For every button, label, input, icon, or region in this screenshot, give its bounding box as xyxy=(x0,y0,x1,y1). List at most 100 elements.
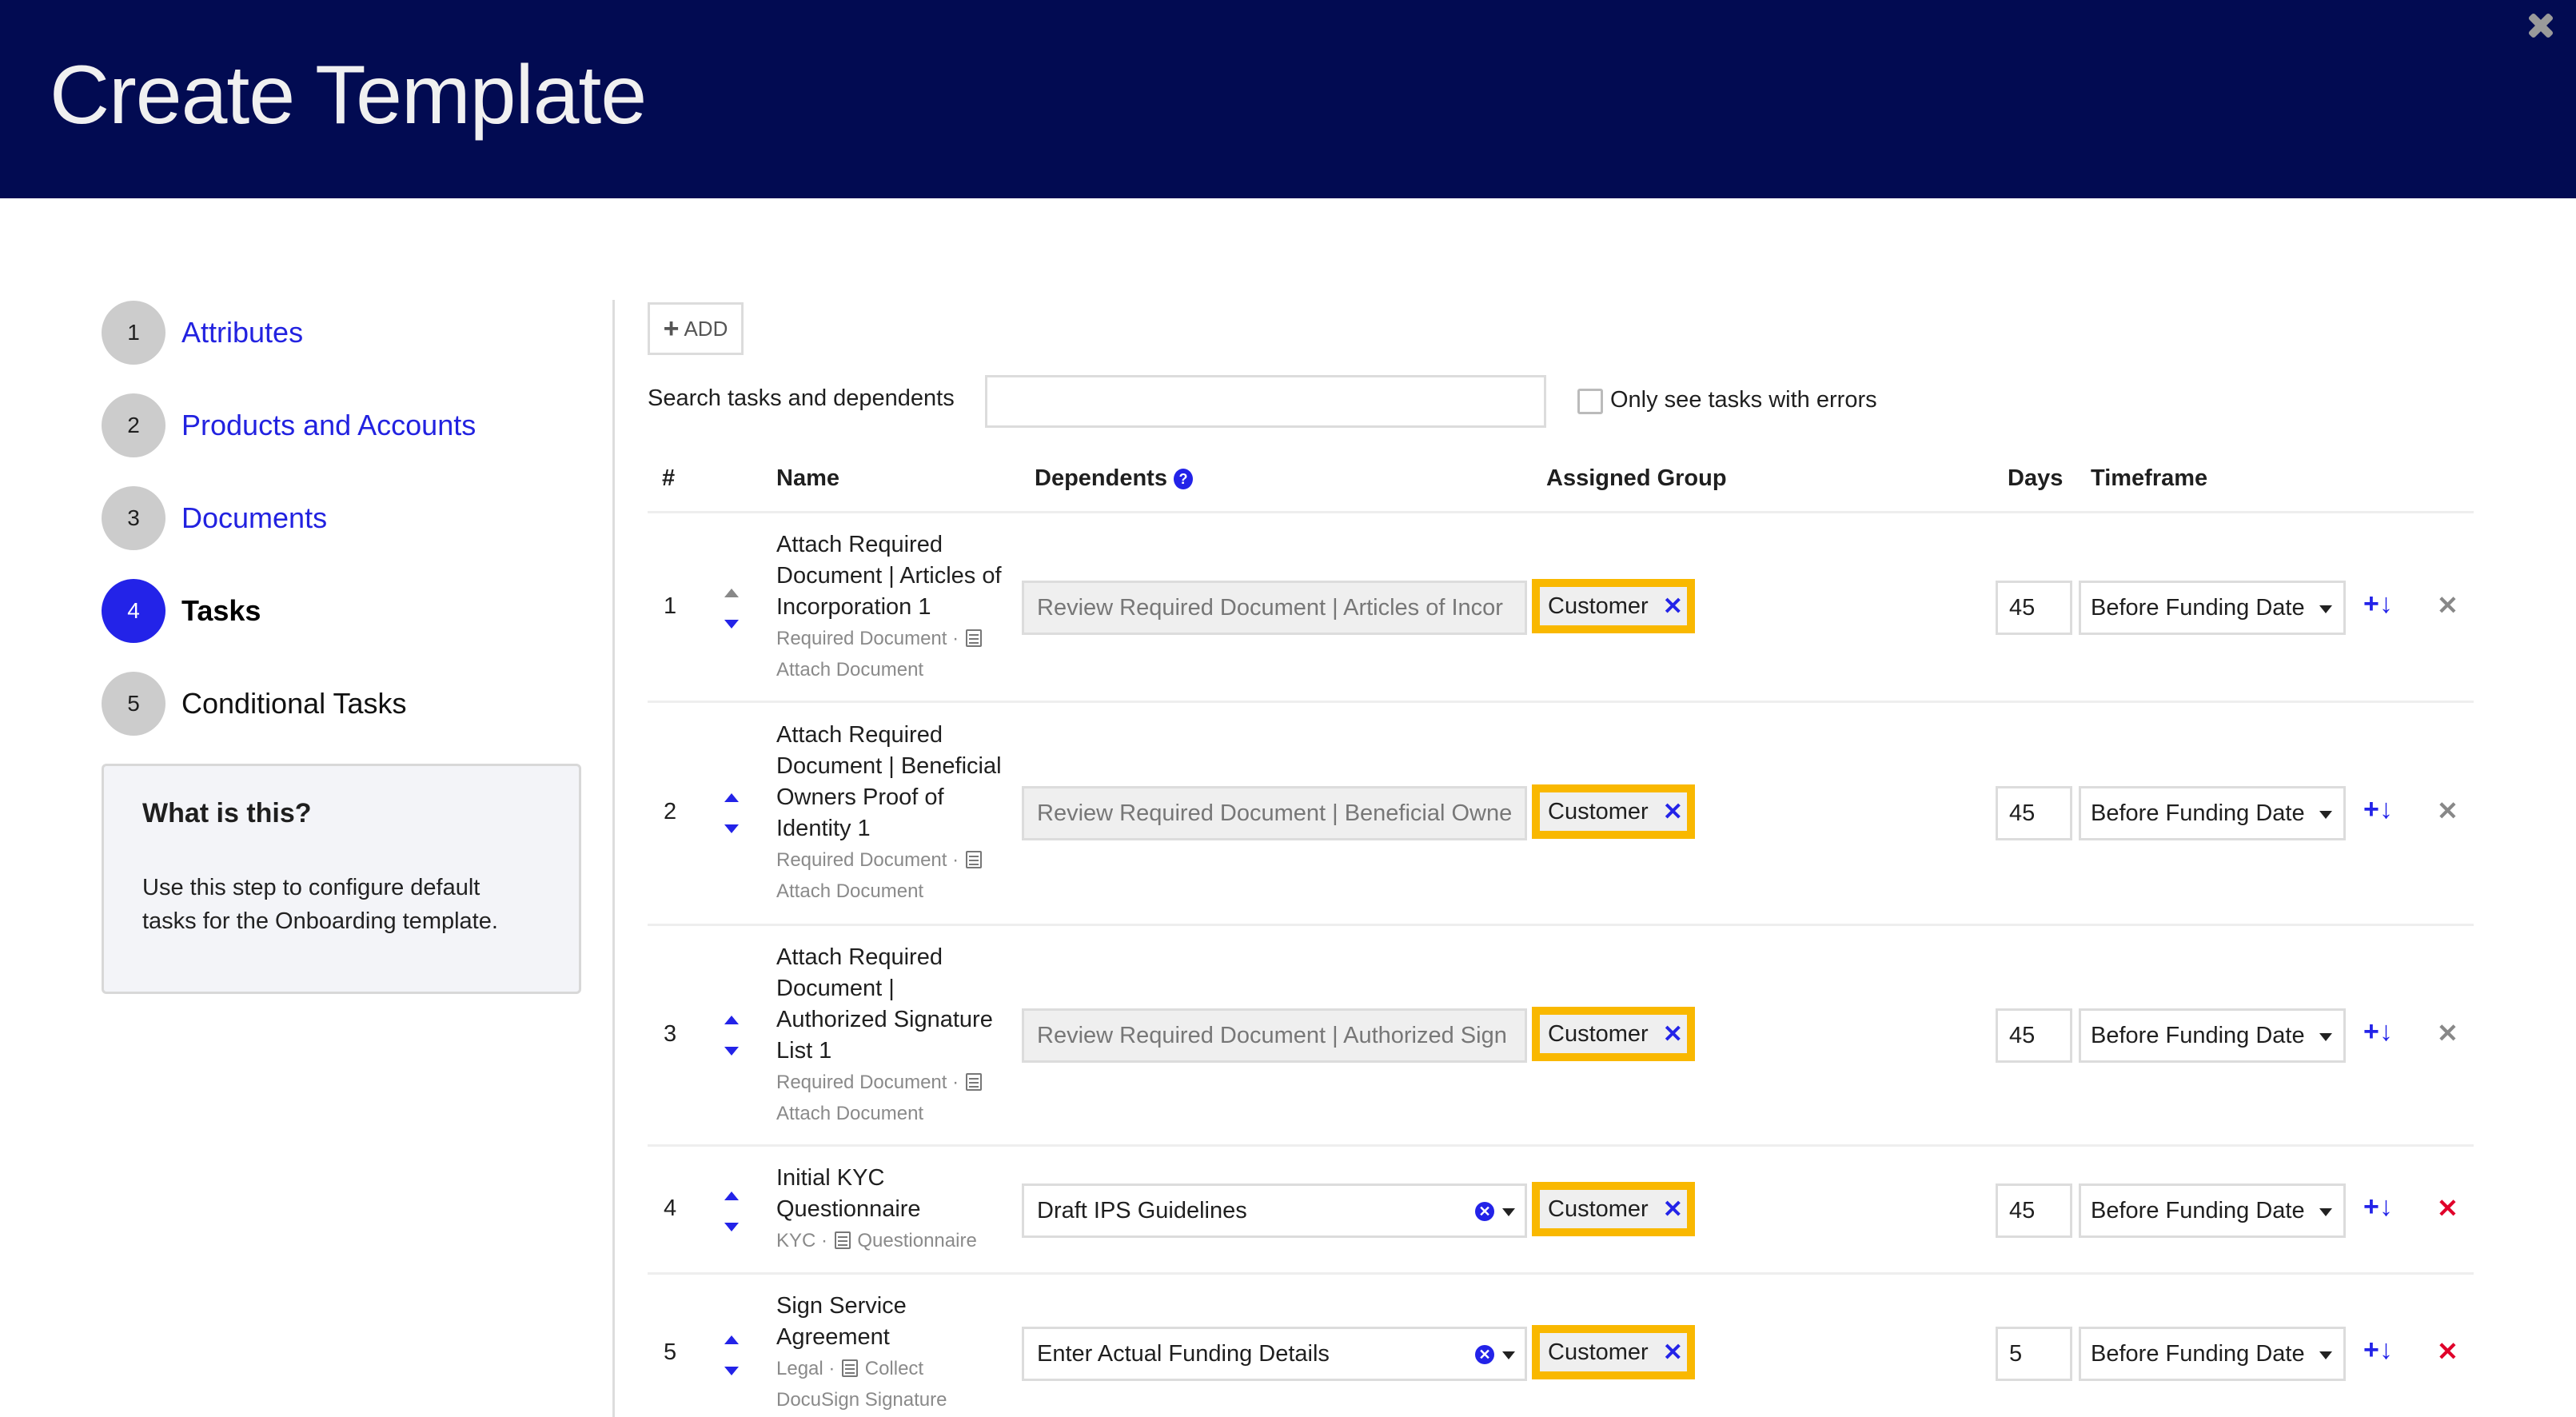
add-task-below-icon[interactable]: +↓ xyxy=(2363,589,2393,620)
delete-task-icon[interactable]: ✕ xyxy=(2437,1193,2458,1223)
task-number: 5 xyxy=(664,1339,677,1365)
delete-task-icon[interactable]: ✕ xyxy=(2437,1018,2458,1048)
add-task-below-icon[interactable]: +↓ xyxy=(2363,1191,2393,1223)
info-box: What is this? Use this step to configure… xyxy=(102,764,581,994)
task-meta: Required Document · Attach Document xyxy=(776,1067,1008,1129)
assigned-group-tag: Customer ✕ xyxy=(1532,579,1695,633)
task-category: Required Document xyxy=(776,849,947,871)
move-down-icon[interactable] xyxy=(724,1047,739,1056)
timeframe-select[interactable]: Before Funding Date xyxy=(2079,1008,2346,1063)
assigned-group-tag: Customer ✕ xyxy=(1532,1007,1695,1061)
caret-down-icon[interactable] xyxy=(1502,1208,1515,1216)
timeframe-value: Before Funding Date xyxy=(2091,800,2305,826)
task-meta: Required Document · Attach Document xyxy=(776,623,1008,685)
remove-group-icon[interactable]: ✕ xyxy=(1663,1339,1683,1367)
move-down-icon[interactable] xyxy=(724,824,739,833)
step-number: 2 xyxy=(102,393,165,457)
step-label: Tasks xyxy=(181,594,261,627)
caret-down-icon xyxy=(2319,1033,2332,1041)
task-name-cell: Attach Required Document | Articles of I… xyxy=(776,529,1008,685)
dependent-value: Enter Actual Funding Details xyxy=(1037,1340,1330,1367)
reorder-controls xyxy=(724,589,742,629)
days-input[interactable] xyxy=(1996,1327,2072,1381)
dependent-value: Draft IPS Guidelines xyxy=(1037,1197,1247,1223)
errors-only-checkbox[interactable] xyxy=(1577,389,1603,414)
delete-task-icon[interactable]: ✕ xyxy=(2437,1336,2458,1367)
caret-down-icon xyxy=(2319,811,2332,819)
timeframe-select[interactable]: Before Funding Date xyxy=(2079,1183,2346,1238)
close-icon[interactable] xyxy=(2526,11,2555,40)
remove-group-icon[interactable]: ✕ xyxy=(1663,593,1683,621)
task-number: 1 xyxy=(664,593,677,619)
move-up-icon[interactable] xyxy=(724,1191,739,1200)
caret-down-icon[interactable] xyxy=(1502,1351,1515,1359)
move-down-icon[interactable] xyxy=(724,1367,739,1375)
list-icon xyxy=(965,1073,982,1091)
clear-icon[interactable]: ✕ xyxy=(1475,1345,1494,1364)
group-name: Customer xyxy=(1548,1339,1649,1365)
days-input[interactable] xyxy=(1996,581,2072,635)
step-number: 3 xyxy=(102,486,165,550)
task-name-cell: Sign Service Agreement Legal · Collect D… xyxy=(776,1291,976,1415)
errors-only-label[interactable]: Only see tasks with errors xyxy=(1610,387,1877,413)
caret-down-icon xyxy=(2319,1351,2332,1359)
days-input[interactable] xyxy=(1996,786,2072,840)
step-attributes[interactable]: 1 Attributes xyxy=(102,301,581,365)
help-icon[interactable]: ? xyxy=(1173,469,1193,489)
step-label[interactable]: Documents xyxy=(181,501,327,535)
timeframe-value: Before Funding Date xyxy=(2091,1197,2305,1223)
remove-group-icon[interactable]: ✕ xyxy=(1663,1020,1683,1048)
step-documents[interactable]: 3 Documents xyxy=(102,486,581,550)
task-name: Initial KYC Questionnaire xyxy=(776,1165,921,1222)
step-number: 4 xyxy=(102,579,165,643)
step-label[interactable]: Attributes xyxy=(181,316,303,349)
column-header-assigned-group: Assigned Group xyxy=(1546,465,1727,491)
delete-task-icon[interactable]: ✕ xyxy=(2437,590,2458,621)
task-type: Attach Document xyxy=(776,1103,924,1124)
step-tasks[interactable]: 4 Tasks xyxy=(102,579,581,643)
step-products-and-accounts[interactable]: 2 Products and Accounts xyxy=(102,393,581,457)
step-number: 1 xyxy=(102,301,165,365)
sidebar-divider xyxy=(612,300,615,1417)
timeframe-value: Before Funding Date xyxy=(2091,594,2305,621)
plus-icon: + xyxy=(663,313,680,344)
move-up-icon[interactable] xyxy=(724,1016,739,1024)
add-task-button[interactable]: + ADD xyxy=(648,302,744,355)
step-label[interactable]: Products and Accounts xyxy=(181,409,476,442)
list-icon xyxy=(965,629,982,647)
step-conditional-tasks[interactable]: 5 Conditional Tasks xyxy=(102,672,581,736)
list-icon xyxy=(834,1231,851,1249)
move-up-icon[interactable] xyxy=(724,793,739,802)
remove-group-icon[interactable]: ✕ xyxy=(1663,798,1683,826)
remove-group-icon[interactable]: ✕ xyxy=(1663,1195,1683,1223)
timeframe-select[interactable]: Before Funding Date xyxy=(2079,581,2346,635)
dependents-select[interactable]: Enter Actual Funding Details ✕ xyxy=(1022,1327,1527,1381)
task-category: KYC xyxy=(776,1230,816,1251)
move-down-icon[interactable] xyxy=(724,1223,739,1231)
task-category: Required Document xyxy=(776,628,947,649)
move-up-icon[interactable] xyxy=(724,589,739,597)
reorder-controls xyxy=(724,1335,742,1375)
group-name: Customer xyxy=(1548,593,1649,619)
delete-task-icon[interactable]: ✕ xyxy=(2437,796,2458,826)
page-title: Create Template xyxy=(50,49,647,142)
row-divider xyxy=(648,1144,2474,1147)
column-header-name: Name xyxy=(776,465,839,491)
clear-icon[interactable]: ✕ xyxy=(1475,1202,1494,1221)
days-input[interactable] xyxy=(1996,1008,2072,1063)
group-name: Customer xyxy=(1548,1195,1649,1222)
days-input[interactable] xyxy=(1996,1183,2072,1238)
caret-down-icon xyxy=(2319,605,2332,613)
caret-down-icon xyxy=(2319,1208,2332,1216)
search-input[interactable] xyxy=(985,375,1546,428)
timeframe-select[interactable]: Before Funding Date xyxy=(2079,786,2346,840)
dependents-field: Review Required Document | Authorized Si… xyxy=(1022,1008,1527,1063)
add-task-below-icon[interactable]: +↓ xyxy=(2363,1335,2393,1366)
move-up-icon[interactable] xyxy=(724,1335,739,1344)
timeframe-select[interactable]: Before Funding Date xyxy=(2079,1327,2346,1381)
move-down-icon[interactable] xyxy=(724,620,739,629)
add-task-below-icon[interactable]: +↓ xyxy=(2363,1016,2393,1048)
dependents-select[interactable]: Draft IPS Guidelines ✕ xyxy=(1022,1183,1527,1238)
add-task-below-icon[interactable]: +↓ xyxy=(2363,794,2393,825)
step-label[interactable]: Conditional Tasks xyxy=(181,687,407,720)
